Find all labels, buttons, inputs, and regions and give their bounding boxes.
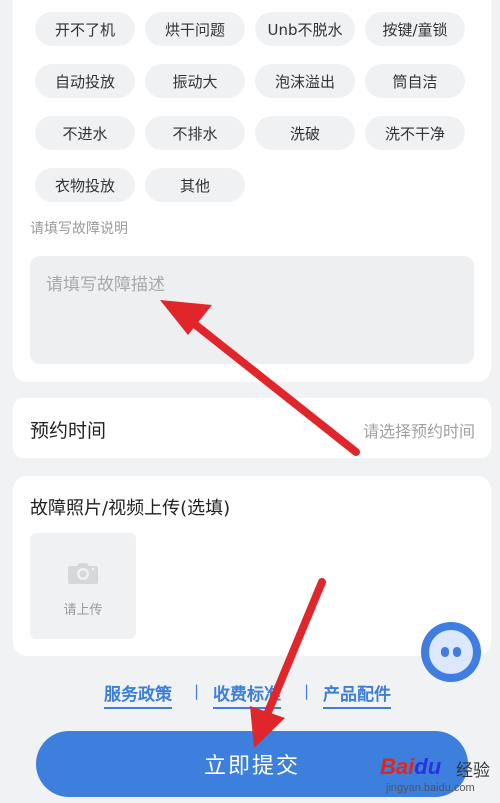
robot-eye-left (441, 647, 449, 657)
baidu-logo: Baidu (380, 754, 442, 779)
product-parts-link[interactable]: 产品配件 (323, 680, 391, 709)
service-policy-link[interactable]: 服务政策 (104, 680, 172, 709)
baidu-jingyan-watermark: Baidu 经验 jingyan.baidu.com (378, 752, 500, 800)
fault-type-card: 开不了机 烘干问题 Unb不脱水 按键/童锁 自动投放 振动大 泡沫溢出 筒自洁… (13, 0, 491, 382)
chip-clothes-damaged[interactable]: 洗破 (255, 116, 355, 150)
link-separator: | (304, 682, 310, 700)
appointment-row[interactable]: 预约时间 请选择预约时间 (13, 398, 491, 458)
footer-links: 服务政策 | 收费标准 | 产品配件 (0, 680, 500, 709)
chip-other[interactable]: 其他 (145, 168, 245, 202)
chip-button-childlock[interactable]: 按键/童锁 (365, 12, 465, 46)
chip-drum-self-clean[interactable]: 筒自洁 (365, 64, 465, 98)
robot-assistant-icon (429, 630, 473, 674)
link-separator: | (194, 682, 200, 700)
chip-clothes-dispense[interactable]: 衣物投放 (35, 168, 135, 202)
description-hint: 请填写故障说明 (30, 221, 128, 237)
fault-description-input[interactable] (30, 256, 474, 364)
chip-foam-overflow[interactable]: 泡沫溢出 (255, 64, 355, 98)
upload-button[interactable]: 请上传 (30, 533, 136, 639)
chip-no-spin[interactable]: Unb不脱水 (255, 12, 355, 46)
chip-auto-dispense[interactable]: 自动投放 (35, 64, 135, 98)
chip-not-clean[interactable]: 洗不干净 (365, 116, 465, 150)
appointment-label: 预约时间 (30, 420, 107, 442)
appointment-time-picker[interactable]: 请选择预约时间 (363, 418, 475, 442)
upload-label: 请上传 (63, 603, 103, 618)
robot-eye-right (453, 647, 461, 657)
jingyan-label: 经验 (456, 761, 490, 780)
chip-no-power[interactable]: 开不了机 (35, 12, 135, 46)
chip-drying-issue[interactable]: 烘干问题 (145, 12, 245, 46)
chip-heavy-vibration[interactable]: 振动大 (145, 64, 245, 98)
upload-card: 故障照片/视频上传(选填) 请上传 (13, 476, 491, 656)
upload-title: 故障照片/视频上传(选填) (30, 498, 231, 519)
camera-icon (68, 563, 98, 584)
fee-standard-link[interactable]: 收费标准 (213, 680, 281, 709)
chip-no-drain[interactable]: 不排水 (145, 116, 245, 150)
chip-no-water-inlet[interactable]: 不进水 (35, 116, 135, 150)
assistant-float-button[interactable] (421, 622, 481, 682)
watermark-url: jingyan.baidu.com (386, 782, 475, 794)
